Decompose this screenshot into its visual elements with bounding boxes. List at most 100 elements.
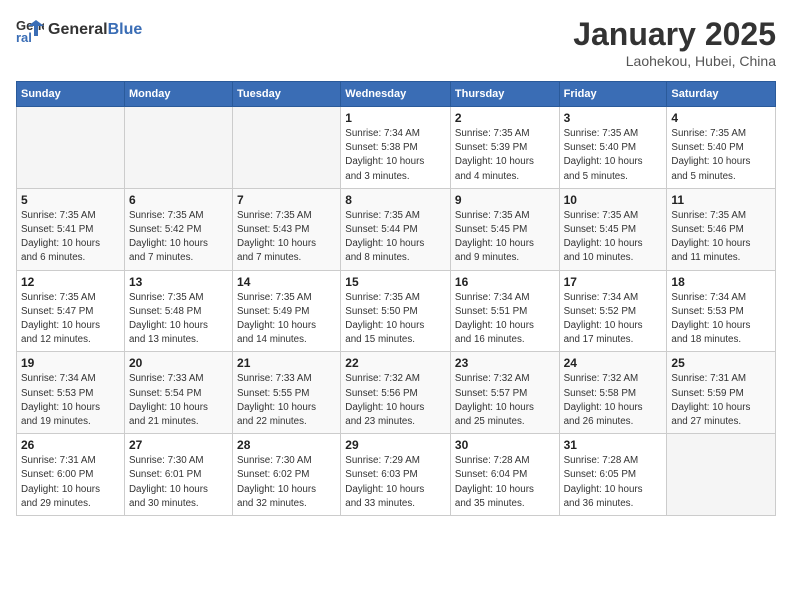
day-number: 18 xyxy=(671,275,771,289)
calendar-day-cell: 13 Sunrise: 7:35 AMSunset: 5:48 PMDayligh… xyxy=(124,270,232,352)
day-number: 29 xyxy=(345,438,446,452)
calendar-day-cell: 2 Sunrise: 7:35 AMSunset: 5:39 PMDaylight… xyxy=(450,107,559,189)
calendar-table: SundayMondayTuesdayWednesdayThursdayFrid… xyxy=(16,81,776,516)
day-info: Sunrise: 7:35 AMSunset: 5:45 PMDaylight:… xyxy=(455,209,555,266)
day-info: Sunrise: 7:30 AMSunset: 6:02 PMDaylight:… xyxy=(237,454,336,511)
day-info: Sunrise: 7:32 AMSunset: 5:56 PMDaylight:… xyxy=(345,372,446,429)
day-info: Sunrise: 7:35 AMSunset: 5:41 PMDaylight:… xyxy=(21,209,120,266)
day-number: 9 xyxy=(455,193,555,207)
calendar-day-cell: 24 Sunrise: 7:32 AMSunset: 5:58 PMDayligh… xyxy=(559,352,667,434)
calendar-day-cell: 19Sunrise: 7:34 AMSunset: 5:53 PMDayligh… xyxy=(17,352,125,434)
calendar-day-cell: 7 Sunrise: 7:35 AMSunset: 5:43 PMDaylight… xyxy=(233,188,341,270)
logo-text: GeneralBlue xyxy=(48,21,142,39)
calendar-week-row: 1Sunrise: 7:34 AMSunset: 5:38 PMDaylight… xyxy=(17,107,776,189)
weekday-header: Saturday xyxy=(667,82,776,107)
calendar-day-cell: 9 Sunrise: 7:35 AMSunset: 5:45 PMDaylight… xyxy=(450,188,559,270)
day-info: Sunrise: 7:28 AMSunset: 6:04 PMDaylight:… xyxy=(455,454,555,511)
calendar-day-cell: 17 Sunrise: 7:34 AMSunset: 5:52 PMDayligh… xyxy=(559,270,667,352)
calendar-day-cell: 3Sunrise: 7:35 AMSunset: 5:40 PMDaylight… xyxy=(559,107,667,189)
calendar-day-cell: 30 Sunrise: 7:28 AMSunset: 6:04 PMDayligh… xyxy=(450,434,559,516)
day-info: Sunrise: 7:32 AMSunset: 5:57 PMDaylight:… xyxy=(455,372,555,429)
day-number: 2 xyxy=(455,111,555,125)
day-number: 8 xyxy=(345,193,446,207)
calendar-day-cell: 18 Sunrise: 7:34 AMSunset: 5:53 PMDayligh… xyxy=(667,270,776,352)
day-number: 14 xyxy=(237,275,336,289)
weekday-header: Friday xyxy=(559,82,667,107)
day-number: 11 xyxy=(671,193,771,207)
calendar-day-cell xyxy=(233,107,341,189)
day-info: Sunrise: 7:31 AMSunset: 5:59 PMDaylight:… xyxy=(671,372,771,429)
calendar-day-cell: 25 Sunrise: 7:31 AMSunset: 5:59 PMDayligh… xyxy=(667,352,776,434)
day-number: 4 xyxy=(671,111,771,125)
calendar-week-row: 19Sunrise: 7:34 AMSunset: 5:53 PMDayligh… xyxy=(17,352,776,434)
day-info: Sunrise: 7:34 AMSunset: 5:38 PMDaylight:… xyxy=(345,127,446,184)
day-number: 27 xyxy=(129,438,228,452)
calendar-day-cell: 1Sunrise: 7:34 AMSunset: 5:38 PMDaylight… xyxy=(341,107,451,189)
calendar-day-cell: 27 Sunrise: 7:30 AMSunset: 6:01 PMDayligh… xyxy=(124,434,232,516)
calendar-day-cell: 22 Sunrise: 7:32 AMSunset: 5:56 PMDayligh… xyxy=(341,352,451,434)
calendar-day-cell: 28 Sunrise: 7:30 AMSunset: 6:02 PMDayligh… xyxy=(233,434,341,516)
calendar-day-cell: 14Sunrise: 7:35 AMSunset: 5:49 PMDayligh… xyxy=(233,270,341,352)
calendar-day-cell: 21Sunrise: 7:33 AMSunset: 5:55 PMDayligh… xyxy=(233,352,341,434)
day-info: Sunrise: 7:35 AMSunset: 5:44 PMDaylight:… xyxy=(345,209,446,266)
day-number: 28 xyxy=(237,438,336,452)
day-info: Sunrise: 7:35 AMSunset: 5:40 PMDaylight:… xyxy=(671,127,771,184)
day-info: Sunrise: 7:28 AMSunset: 6:05 PMDaylight:… xyxy=(564,454,663,511)
day-number: 12 xyxy=(21,275,120,289)
day-number: 13 xyxy=(129,275,228,289)
day-number: 10 xyxy=(564,193,663,207)
calendar-day-cell: 4 Sunrise: 7:35 AMSunset: 5:40 PMDaylight… xyxy=(667,107,776,189)
day-info: Sunrise: 7:32 AMSunset: 5:58 PMDaylight:… xyxy=(564,372,663,429)
calendar-day-cell: 15 Sunrise: 7:35 AMSunset: 5:50 PMDayligh… xyxy=(341,270,451,352)
calendar-week-row: 26 Sunrise: 7:31 AMSunset: 6:00 PMDayligh… xyxy=(17,434,776,516)
logo-icon: Gene ral xyxy=(16,16,44,44)
calendar-day-cell: 31 Sunrise: 7:28 AMSunset: 6:05 PMDayligh… xyxy=(559,434,667,516)
day-number: 7 xyxy=(237,193,336,207)
calendar-day-cell: 16Sunrise: 7:34 AMSunset: 5:51 PMDayligh… xyxy=(450,270,559,352)
calendar-day-cell xyxy=(667,434,776,516)
weekday-header: Wednesday xyxy=(341,82,451,107)
calendar-day-cell: 23Sunrise: 7:32 AMSunset: 5:57 PMDayligh… xyxy=(450,352,559,434)
day-number: 15 xyxy=(345,275,446,289)
calendar-week-row: 5Sunrise: 7:35 AMSunset: 5:41 PMDaylight… xyxy=(17,188,776,270)
location: Laohekou, Hubei, China xyxy=(573,53,776,69)
calendar-day-cell: 11Sunrise: 7:35 AMSunset: 5:46 PMDayligh… xyxy=(667,188,776,270)
day-info: Sunrise: 7:30 AMSunset: 6:01 PMDaylight:… xyxy=(129,454,228,511)
logo: Gene ral GeneralBlue xyxy=(16,16,142,44)
page-header: Gene ral GeneralBlue January 2025 Laohek… xyxy=(16,16,776,69)
day-info: Sunrise: 7:35 AMSunset: 5:45 PMDaylight:… xyxy=(564,209,663,266)
day-info: Sunrise: 7:33 AMSunset: 5:54 PMDaylight:… xyxy=(129,372,228,429)
day-number: 30 xyxy=(455,438,555,452)
day-info: Sunrise: 7:35 AMSunset: 5:40 PMDaylight:… xyxy=(564,127,663,184)
month-title: January 2025 xyxy=(573,16,776,53)
day-info: Sunrise: 7:35 AMSunset: 5:39 PMDaylight:… xyxy=(455,127,555,184)
day-number: 22 xyxy=(345,356,446,370)
day-number: 25 xyxy=(671,356,771,370)
day-number: 6 xyxy=(129,193,228,207)
day-number: 31 xyxy=(564,438,663,452)
day-info: Sunrise: 7:31 AMSunset: 6:00 PMDaylight:… xyxy=(21,454,120,511)
day-number: 24 xyxy=(564,356,663,370)
calendar-day-cell xyxy=(17,107,125,189)
day-info: Sunrise: 7:29 AMSunset: 6:03 PMDaylight:… xyxy=(345,454,446,511)
day-number: 20 xyxy=(129,356,228,370)
day-info: Sunrise: 7:34 AMSunset: 5:53 PMDaylight:… xyxy=(671,291,771,348)
day-info: Sunrise: 7:35 AMSunset: 5:48 PMDaylight:… xyxy=(129,291,228,348)
calendar-day-cell: 12Sunrise: 7:35 AMSunset: 5:47 PMDayligh… xyxy=(17,270,125,352)
day-number: 16 xyxy=(455,275,555,289)
calendar-day-cell xyxy=(124,107,232,189)
day-info: Sunrise: 7:35 AMSunset: 5:42 PMDaylight:… xyxy=(129,209,228,266)
day-number: 26 xyxy=(21,438,120,452)
day-number: 19 xyxy=(21,356,120,370)
calendar-day-cell: 6 Sunrise: 7:35 AMSunset: 5:42 PMDaylight… xyxy=(124,188,232,270)
day-info: Sunrise: 7:35 AMSunset: 5:50 PMDaylight:… xyxy=(345,291,446,348)
weekday-header: Thursday xyxy=(450,82,559,107)
day-info: Sunrise: 7:34 AMSunset: 5:52 PMDaylight:… xyxy=(564,291,663,348)
day-info: Sunrise: 7:35 AMSunset: 5:43 PMDaylight:… xyxy=(237,209,336,266)
calendar-day-cell: 10 Sunrise: 7:35 AMSunset: 5:45 PMDayligh… xyxy=(559,188,667,270)
title-block: January 2025 Laohekou, Hubei, China xyxy=(573,16,776,69)
day-info: Sunrise: 7:33 AMSunset: 5:55 PMDaylight:… xyxy=(237,372,336,429)
weekday-header: Monday xyxy=(124,82,232,107)
day-number: 17 xyxy=(564,275,663,289)
calendar-day-cell: 29 Sunrise: 7:29 AMSunset: 6:03 PMDayligh… xyxy=(341,434,451,516)
